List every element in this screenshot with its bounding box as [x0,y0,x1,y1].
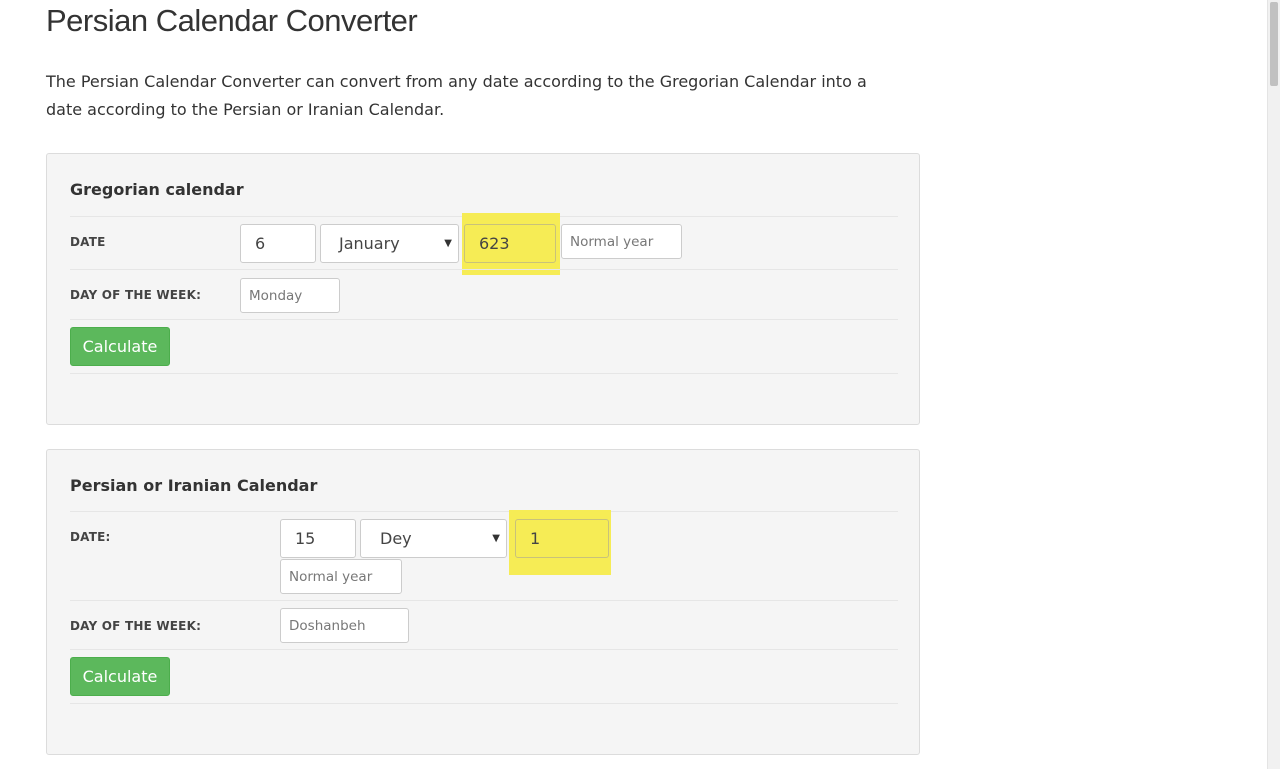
gregorian-year-value: 623 [479,234,510,253]
persian-date-label: DATE: [70,530,111,544]
divider [70,600,898,601]
persian-year-value: 1 [530,529,541,548]
gregorian-month-value: January [339,234,400,253]
persian-day-input[interactable]: 15 [280,519,356,558]
gregorian-year-type-placeholder: Normal year [570,233,654,250]
gregorian-date-label: DATE [70,235,106,249]
persian-day-value: 15 [295,529,316,548]
vertical-scrollbar[interactable] [1267,0,1280,769]
divider [70,319,898,320]
gregorian-calculate-button[interactable]: Calculate [70,327,170,366]
persian-weekday-field[interactable]: Doshanbeh [280,608,409,643]
gregorian-year-input[interactable]: 623 [464,224,556,263]
intro-text: The Persian Calendar Converter can conve… [46,72,867,119]
divider [70,269,898,270]
persian-weekday-label: DAY OF THE WEEK: [70,619,202,633]
triangle-down-icon: ▼ [444,238,452,249]
page-title: Persian Calendar Converter [46,3,418,38]
persian-panel-title: Persian or Iranian Calendar [70,476,318,495]
divider [70,511,898,512]
gregorian-weekday-placeholder: Monday [249,287,303,304]
gregorian-month-select[interactable]: January ▼ [320,224,459,263]
triangle-down-icon: ▼ [492,533,500,544]
gregorian-weekday-label: DAY OF THE WEEK: [70,288,202,302]
page: Persian Calendar Converter The Persian C… [0,0,1280,769]
gregorian-day-value: 6 [255,234,266,253]
gregorian-calculate-label: Calculate [82,337,158,356]
gregorian-panel-title: Gregorian calendar [70,180,244,199]
persian-year-input[interactable]: 1 [515,519,609,558]
persian-year-type-placeholder: Normal year [289,568,373,585]
gregorian-weekday-field[interactable]: Monday [240,278,340,313]
divider [70,649,898,650]
persian-month-value: Dey [380,529,412,548]
scrollbar-thumb[interactable] [1270,2,1278,86]
gregorian-year-type-field[interactable]: Normal year [561,224,682,259]
gregorian-panel: Gregorian calendar DATE 6 January ▼ 623 … [46,153,920,425]
persian-calculate-button[interactable]: Calculate [70,657,170,696]
persian-month-select[interactable]: Dey ▼ [360,519,507,558]
persian-panel: Persian or Iranian Calendar DATE: 15 Dey… [46,449,920,755]
persian-year-type-field[interactable]: Normal year [280,559,402,594]
gregorian-day-input[interactable]: 6 [240,224,316,263]
persian-calculate-label: Calculate [82,667,158,686]
persian-weekday-placeholder: Doshanbeh [289,617,366,634]
divider [70,373,898,374]
divider [70,703,898,704]
